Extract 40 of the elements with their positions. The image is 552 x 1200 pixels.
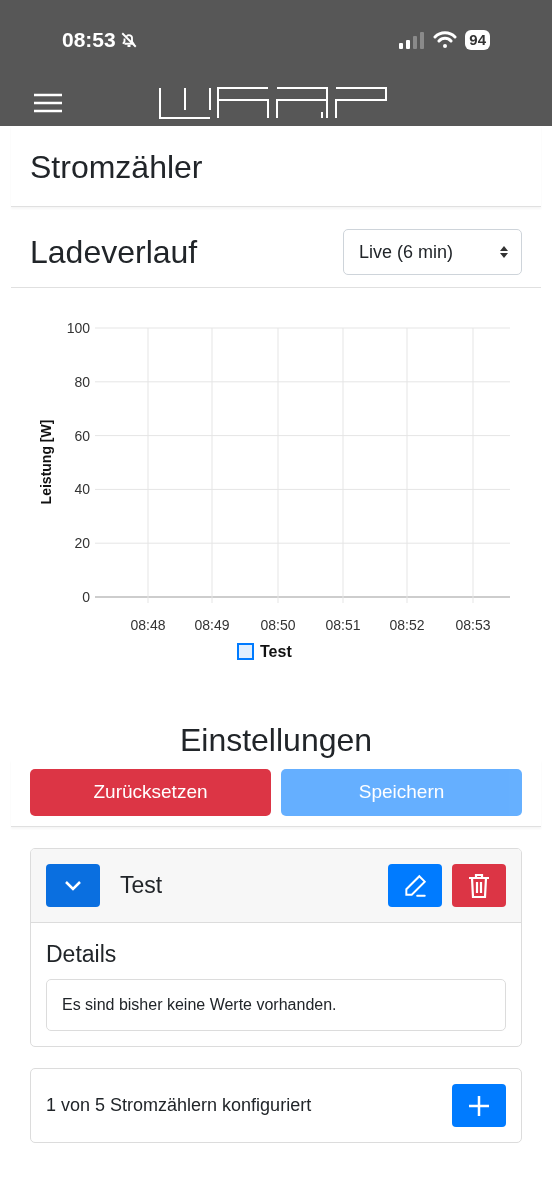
meter-name: Test — [120, 871, 164, 901]
chevron-down-icon — [64, 879, 82, 892]
battery-indicator: 94 — [465, 30, 490, 50]
x-tick-label: 08:52 — [389, 617, 425, 633]
plus-icon — [468, 1094, 490, 1117]
section-title: Ladeverlauf — [30, 233, 198, 272]
x-tick-label: 08:48 — [130, 617, 166, 633]
y-tick-label: 40 — [74, 481, 90, 498]
status-time: 08:53 — [62, 27, 116, 54]
x-tick-label: 08:51 — [325, 617, 361, 633]
reset-button[interactable]: Zurücksetzen — [30, 769, 271, 816]
y-tick-label: 60 — [74, 427, 90, 444]
delete-button[interactable] — [452, 864, 506, 907]
bell-slash-icon — [119, 31, 138, 49]
meter-count-text: 1 von 5 Stromzählern konfiguriert — [46, 1094, 312, 1117]
details-message: Es sind bisher keine Werte vorhanden. — [46, 979, 506, 1031]
add-button[interactable] — [452, 1084, 506, 1127]
logo-icon — [159, 87, 387, 119]
menu-icon[interactable] — [33, 92, 63, 114]
section-title: Stromzähler — [30, 148, 204, 187]
y-axis-label: Leistung [W] — [38, 419, 54, 505]
y-tick-label: 0 — [82, 589, 90, 605]
pencil-icon — [402, 872, 428, 899]
x-tick-label: 08:49 — [194, 617, 230, 633]
y-tick-label: 20 — [74, 535, 90, 552]
collapse-button[interactable] — [46, 864, 100, 907]
edit-button[interactable] — [388, 864, 442, 907]
settings-title: Einstellungen — [179, 721, 373, 760]
y-tick-label: 80 — [74, 373, 90, 390]
x-tick-label: 08:53 — [455, 617, 491, 633]
legend-label: Test — [260, 643, 292, 660]
trash-icon — [467, 872, 491, 899]
signal-icon — [399, 31, 426, 49]
range-select[interactable]: Live (6 min) — [343, 229, 522, 275]
sort-caret-icon — [499, 245, 509, 259]
x-tick-label: 08:50 — [260, 617, 296, 633]
legend-swatch — [237, 643, 254, 660]
details-title: Details — [46, 940, 118, 969]
y-tick-label: 100 — [66, 320, 90, 336]
wifi-icon — [433, 31, 458, 49]
